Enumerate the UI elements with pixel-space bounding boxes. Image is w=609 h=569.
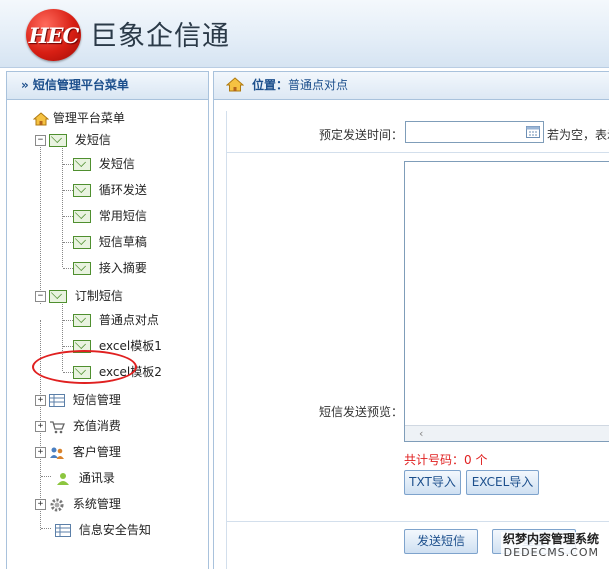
tree-branch xyxy=(63,216,73,217)
gear-icon xyxy=(50,498,64,511)
menu-group-sms-manage[interactable]: 短信管理 xyxy=(49,390,121,410)
breadcrumb: 位置：普通点对点 xyxy=(214,72,609,100)
horizontal-scrollbar[interactable]: ‹ xyxy=(405,425,609,441)
envelope-arrow-icon xyxy=(73,184,91,197)
menu-item-access-summary[interactable]: 接入摘要 xyxy=(73,258,147,278)
breadcrumb-current: 普通点对点 xyxy=(288,78,349,92)
tree-branch xyxy=(63,268,73,269)
tree-line xyxy=(62,144,63,267)
collapse-toggle[interactable]: − xyxy=(35,291,46,302)
number-count: 共计号码：0 个 xyxy=(404,453,488,467)
menu-item-label: 客户管理 xyxy=(72,445,121,459)
users-icon xyxy=(50,447,64,459)
preview-label: 短信发送预览： xyxy=(318,405,403,419)
menu-item-common-sms[interactable]: 常用短信 xyxy=(73,206,147,226)
watermark: 织梦内容管理系统 DEDECMS.COM xyxy=(500,532,601,560)
app-header: HEC 巨象企信通 xyxy=(0,0,609,68)
tree-branch xyxy=(63,346,73,347)
menu-group-send-label: 发短信 xyxy=(74,133,111,147)
home-icon xyxy=(226,77,244,92)
schedule-label: 预定发送时间： xyxy=(318,128,403,142)
watermark-line2: DEDECMS.COM xyxy=(500,546,601,560)
tree-branch xyxy=(63,190,73,191)
menu-group-custom-label: 订制短信 xyxy=(74,289,123,303)
row-divider xyxy=(227,152,609,153)
logo-text: HEC xyxy=(28,23,80,48)
menu-item-loop-send[interactable]: 循环发送 xyxy=(73,180,147,200)
menu-root-label: 管理平台菜单 xyxy=(52,111,125,125)
hec-logo: HEC xyxy=(26,9,81,61)
cart-icon xyxy=(50,420,65,433)
tree-line xyxy=(40,138,41,304)
tree-branch xyxy=(41,528,51,529)
table-icon xyxy=(55,524,71,537)
menu-item-security-notice[interactable]: 信息安全告知 xyxy=(55,520,151,540)
menu-group-recharge[interactable]: 充值消费 xyxy=(49,416,121,436)
tree-branch xyxy=(63,320,73,321)
menu-item-label: 接入摘要 xyxy=(98,261,147,275)
menu-item-label: 信息安全告知 xyxy=(78,523,151,537)
menu-item-contacts[interactable]: 通讯录 xyxy=(55,468,115,488)
menu-group-send[interactable]: 发短信 xyxy=(49,130,111,150)
menu-item-label: 普通点对点 xyxy=(98,313,159,327)
envelope-arrow-icon xyxy=(73,210,91,223)
scroll-left-icon[interactable]: ‹ xyxy=(419,426,423,441)
tree-branch xyxy=(63,164,73,165)
menu-item-label: 循环发送 xyxy=(98,183,147,197)
tree-branch xyxy=(41,476,51,477)
tree-branch xyxy=(63,242,73,243)
app-title: 巨象企信通 xyxy=(90,21,230,52)
menu-group-custom[interactable]: 订制短信 xyxy=(49,286,123,306)
breadcrumb-prefix: 位置： xyxy=(252,78,289,92)
envelope-arrow-icon xyxy=(73,236,91,249)
send-sms-button[interactable]: 发送短信 xyxy=(404,529,478,554)
sidebar: » 短信管理平台菜单 管理平台菜单 − 发短信 发短信 循环发送 常用短信 短信… xyxy=(6,71,209,569)
envelope-icon xyxy=(49,290,67,303)
menu-group-system[interactable]: 系统管理 xyxy=(49,494,121,514)
table-icon xyxy=(49,394,65,407)
excel-import-button[interactable]: EXCEL导入 xyxy=(466,470,539,495)
menu-item-label: 短信草稿 xyxy=(98,235,147,249)
row-divider xyxy=(227,521,609,522)
menu-item-drafts[interactable]: 短信草稿 xyxy=(73,232,147,252)
txt-import-button[interactable]: TXT导入 xyxy=(404,470,461,495)
expand-toggle[interactable]: + xyxy=(35,447,46,458)
contact-icon xyxy=(57,472,69,485)
tree-line xyxy=(40,400,41,530)
expand-toggle[interactable]: + xyxy=(35,421,46,432)
schedule-hint: 若为空，表示 xyxy=(547,128,609,142)
menu-root[interactable]: 管理平台菜单 xyxy=(33,108,125,128)
menu-item-label: 系统管理 xyxy=(72,497,121,511)
calendar-icon[interactable] xyxy=(526,125,540,138)
sidebar-header: » 短信管理平台菜单 xyxy=(7,72,208,100)
send-form: 预定发送时间： 若为空，表示 短信发送预览： ‹ 共计号码：0 个 TXT导入 … xyxy=(226,111,609,569)
home-icon xyxy=(33,111,49,125)
collapse-toggle[interactable]: − xyxy=(35,135,46,146)
highlight-ellipse xyxy=(32,350,137,384)
main-panel: 位置：普通点对点 预定发送时间： 若为空，表示 短信发送预览： ‹ 共计号码：0… xyxy=(213,71,609,569)
menu-item-label: 发短信 xyxy=(98,157,135,171)
expand-toggle[interactable]: + xyxy=(35,395,46,406)
envelope-arrow-icon xyxy=(73,262,91,275)
menu-item-send-sms[interactable]: 发短信 xyxy=(73,154,135,174)
menu-item-label: 通讯录 xyxy=(78,471,115,485)
menu-item-label: 短信管理 xyxy=(72,393,121,407)
envelope-arrow-icon xyxy=(73,158,91,171)
menu-group-customers[interactable]: 客户管理 xyxy=(49,442,121,462)
menu-item-label: 充值消费 xyxy=(72,419,121,433)
envelope-icon xyxy=(49,134,67,147)
envelope-arrow-icon xyxy=(73,314,91,327)
schedule-time-input[interactable] xyxy=(405,121,544,143)
menu-item-p2p[interactable]: 普通点对点 xyxy=(73,310,159,330)
menu-item-label: 常用短信 xyxy=(98,209,147,223)
preview-textarea[interactable]: ‹ xyxy=(404,161,609,442)
watermark-line1: 织梦内容管理系统 xyxy=(500,532,601,546)
expand-toggle[interactable]: + xyxy=(35,499,46,510)
